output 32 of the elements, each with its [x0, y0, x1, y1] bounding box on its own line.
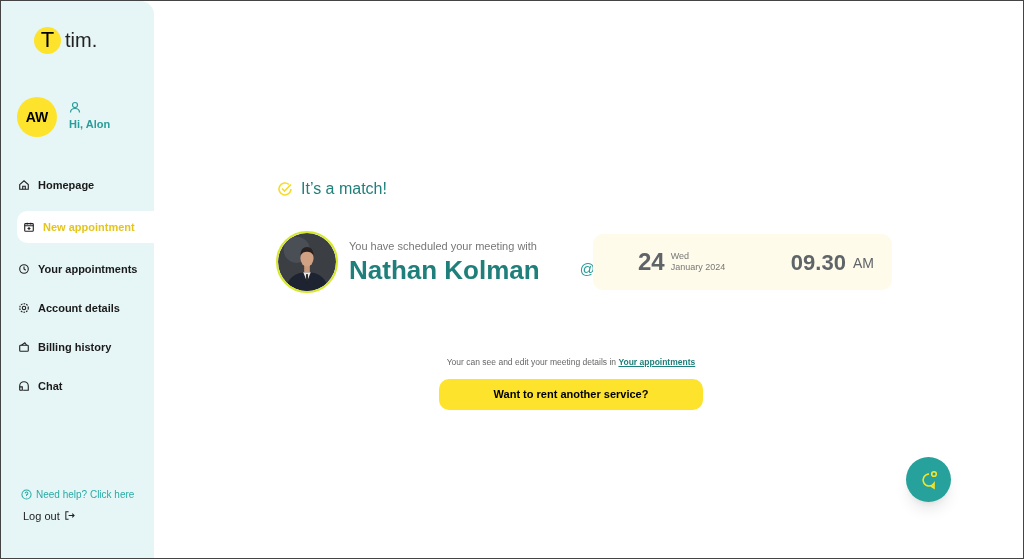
clock-icon	[18, 263, 30, 275]
rent-service-button[interactable]: Want to rent another service?	[439, 378, 703, 410]
user-avatar: AW	[17, 97, 57, 137]
chat-fab[interactable]	[906, 457, 951, 502]
logout-link[interactable]: Log out	[21, 507, 154, 524]
appointments-link[interactable]: Your appointments	[618, 357, 696, 367]
weekday: Wed	[670, 250, 690, 262]
nav-item[interactable]: Homepage	[17, 172, 154, 198]
match-title: It’s a match!	[301, 179, 387, 199]
logo-badge: T	[34, 26, 61, 54]
gear-icon	[18, 302, 30, 314]
nav-item[interactable]: Your appointments	[17, 256, 154, 282]
home-icon	[18, 179, 30, 191]
nav-item[interactable]: Billing history	[17, 334, 154, 360]
nav-item[interactable]: Chat	[17, 373, 154, 399]
meridiem: AM	[852, 254, 874, 273]
match-name: Nathan Kolman	[349, 254, 540, 287]
intro-text: You have scheduled your meeting with	[349, 238, 538, 254]
details-note: Your can see and edit your meeting details in Your appointments	[446, 356, 696, 369]
date-day: 24	[637, 244, 665, 280]
user-icon	[69, 101, 81, 114]
bag-icon	[18, 341, 30, 353]
logout-icon	[63, 510, 75, 522]
greeting: Hi, Alon	[69, 117, 111, 133]
nav-item[interactable]: Account details	[17, 295, 154, 321]
logo-text: tim.	[65, 28, 98, 53]
help-icon	[21, 488, 32, 500]
month-year: January 2024	[670, 262, 726, 274]
check-circle-icon	[277, 181, 293, 197]
calendar-icon	[23, 221, 35, 233]
chat-icon	[18, 380, 30, 392]
time: 09.30	[790, 248, 846, 277]
